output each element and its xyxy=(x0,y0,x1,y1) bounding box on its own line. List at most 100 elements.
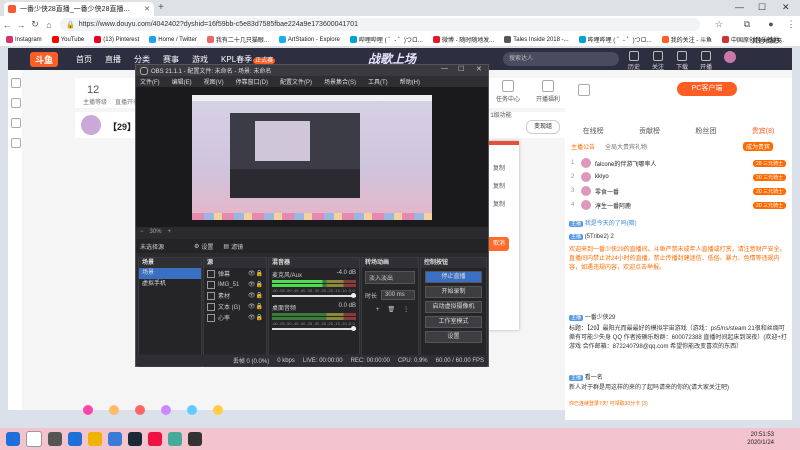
eye-lock-icon[interactable]: 👁🔒 xyxy=(248,270,263,277)
reload-icon[interactable]: ↻ xyxy=(28,19,42,30)
category-icon[interactable] xyxy=(11,118,21,128)
obs-maximize-icon[interactable]: ☐ xyxy=(458,65,464,73)
back-icon[interactable]: ← xyxy=(0,20,14,30)
gift-icon[interactable] xyxy=(187,405,197,415)
profile-icon[interactable]: ● xyxy=(764,19,778,29)
anchor-avatar[interactable] xyxy=(81,115,101,135)
menu-edit[interactable]: 编辑(E) xyxy=(172,77,192,86)
menu-docks[interactable]: 停靠窗口(D) xyxy=(236,77,268,86)
new-tab-icon[interactable]: + xyxy=(158,2,164,13)
search-icon[interactable] xyxy=(26,431,42,447)
bookmark-item[interactable]: Home / Twitter xyxy=(149,36,197,43)
gift-icon[interactable] xyxy=(83,405,93,415)
login-reward-link[interactable]: 你已连续登录7天! 可领取30分卡 (3) xyxy=(569,400,787,409)
menu-help[interactable]: 帮助(H) xyxy=(400,77,420,86)
bookmark-item[interactable]: 我有二十几只猫眼... xyxy=(206,35,269,44)
gift-icon[interactable] xyxy=(161,405,171,415)
ranking-button[interactable] xyxy=(569,84,599,98)
follow-icon[interactable] xyxy=(11,98,21,108)
broadcast-welfare-button[interactable]: 开播福利 xyxy=(530,80,566,103)
site-search-input[interactable]: 搜索达人 xyxy=(503,52,619,66)
add-icon[interactable]: + xyxy=(376,307,380,313)
stop-streaming-button[interactable]: 停止直播 xyxy=(425,271,482,283)
menu-profile[interactable]: 配置文件(P) xyxy=(280,77,312,86)
task-view-icon[interactable] xyxy=(48,432,62,446)
menu-file[interactable]: 文件(F) xyxy=(140,77,160,86)
other-bookmarks[interactable]: 其他收藏夹 xyxy=(752,36,782,45)
obs-close-icon[interactable]: ✕ xyxy=(476,65,482,73)
copy-link[interactable]: 复制 xyxy=(493,181,505,190)
maximize-icon[interactable]: ☐ xyxy=(758,2,766,13)
rank-row[interactable]: 3 零食一番 20 三元骑士 xyxy=(571,184,786,198)
app-icon[interactable] xyxy=(148,432,162,446)
user-avatar[interactable] xyxy=(724,51,737,63)
url-input[interactable]: 🔒 https://www.douyu.com/4042402?dyshid=1… xyxy=(60,18,700,31)
broadcast-button[interactable]: 开播 xyxy=(700,51,712,71)
tab-contribution[interactable]: 贡献榜 xyxy=(639,126,660,136)
dialog-cancel-button[interactable]: 取消 xyxy=(489,237,509,251)
nav-games[interactable]: 游戏 xyxy=(192,54,208,65)
chrome-icon[interactable] xyxy=(168,432,182,446)
start-recording-button[interactable]: 开始录制 xyxy=(425,286,482,298)
properties-button[interactable]: ⚙ 设置 xyxy=(194,242,213,251)
bookmark-item[interactable]: (13) Pinterest xyxy=(94,36,139,43)
bookmark-item[interactable]: 微博 - 随时随地发... xyxy=(432,35,494,44)
bookmark-item[interactable]: 哔哩哔哩 ( ゜- ゜)つロ... xyxy=(349,35,423,44)
menu-icon[interactable]: ⋮ xyxy=(784,19,798,30)
dept-button[interactable]: 变现组 xyxy=(526,120,560,134)
source-item[interactable]: 素材 👁🔒 xyxy=(204,290,266,301)
follow-button[interactable]: 关注 xyxy=(652,51,664,71)
nav-home[interactable]: 首页 xyxy=(76,54,92,65)
duration-input[interactable]: 300 ms xyxy=(381,290,415,300)
nav-live[interactable]: 直播 xyxy=(105,54,121,65)
zoom-out-icon[interactable]: − xyxy=(140,229,144,235)
bookmark-item[interactable]: ArtStation - Explore xyxy=(278,36,340,43)
menu-scene-collection[interactable]: 场景集合(S) xyxy=(324,77,356,86)
filters-button[interactable]: ▤ 滤镜 xyxy=(223,242,243,251)
steam-icon[interactable] xyxy=(128,432,142,446)
source-item[interactable]: IMG_51 👁🔒 xyxy=(204,279,266,290)
virtual-camera-button[interactable]: 启动虚拟摄像机 xyxy=(425,301,482,313)
bookmark-item[interactable]: YouTube xyxy=(51,36,84,43)
download-button[interactable]: 下载 xyxy=(676,51,688,71)
star-icon[interactable]: ☆ xyxy=(712,19,726,30)
scene-item[interactable]: 虚拟手机 xyxy=(139,279,201,290)
history-button[interactable]: 历史 xyxy=(628,51,640,71)
obs-taskbar-icon[interactable] xyxy=(188,432,202,446)
become-vip-button[interactable]: 成为贵宾 xyxy=(743,142,774,151)
copy-link[interactable]: 复制 xyxy=(493,163,505,172)
game-icon[interactable] xyxy=(11,138,21,148)
obs-minimize-icon[interactable]: — xyxy=(441,65,448,72)
gift-icon[interactable] xyxy=(109,405,119,415)
eye-lock-icon[interactable]: 👁🔒 xyxy=(248,303,263,310)
rank-row[interactable]: 1 falcone的伴游飞哪率人 28 三元骑士 xyxy=(571,156,786,170)
edge-icon[interactable] xyxy=(68,432,82,446)
nav-events[interactable]: 赛事 xyxy=(163,54,179,65)
source-item[interactable]: 文本 (G) 👁🔒 xyxy=(204,301,266,312)
forward-icon[interactable]: → xyxy=(14,20,28,30)
nav-category[interactable]: 分类 xyxy=(134,54,150,65)
bookmark-item[interactable]: Instagram xyxy=(6,36,42,43)
gift-icon[interactable] xyxy=(213,405,223,415)
copy-link[interactable]: 复制 xyxy=(493,199,505,208)
mic-volume-slider[interactable] xyxy=(272,293,356,298)
rank-row[interactable]: 2 kkiyo 20 三元骑士 xyxy=(571,170,786,184)
rank-row[interactable]: 4 淳生一番阿鹿 20 三元骑士 xyxy=(571,198,786,212)
store-icon[interactable] xyxy=(108,432,122,446)
start-icon[interactable] xyxy=(6,432,20,446)
settings-button[interactable]: 设置 xyxy=(425,331,482,343)
home-icon[interactable]: ⌂ xyxy=(42,20,56,30)
remove-icon[interactable]: 🗑 xyxy=(388,306,396,313)
close-window-icon[interactable]: ✕ xyxy=(782,2,790,13)
more-icon[interactable]: ⋮ xyxy=(403,306,409,313)
bookmark-item[interactable]: Tales Inside 2018 -... xyxy=(504,36,569,43)
bookmark-item[interactable]: 哔哩哔哩 ( ゜- ゜)つロ... xyxy=(578,35,652,44)
clock[interactable]: 20:51:53 2020/1/24 xyxy=(747,431,774,447)
gift-icon[interactable] xyxy=(135,405,145,415)
task-center-button[interactable]: 任务中心 xyxy=(490,80,526,103)
zoom-in-icon[interactable]: + xyxy=(168,229,172,235)
transition-select[interactable]: 淡入淡出 xyxy=(365,271,415,284)
source-item[interactable]: 弹幕 👁🔒 xyxy=(204,268,266,279)
menu-tools[interactable]: 工具(T) xyxy=(368,77,388,86)
browser-tab[interactable]: 一番少侠28直播_一番少侠28直播... ✕ xyxy=(4,2,154,16)
